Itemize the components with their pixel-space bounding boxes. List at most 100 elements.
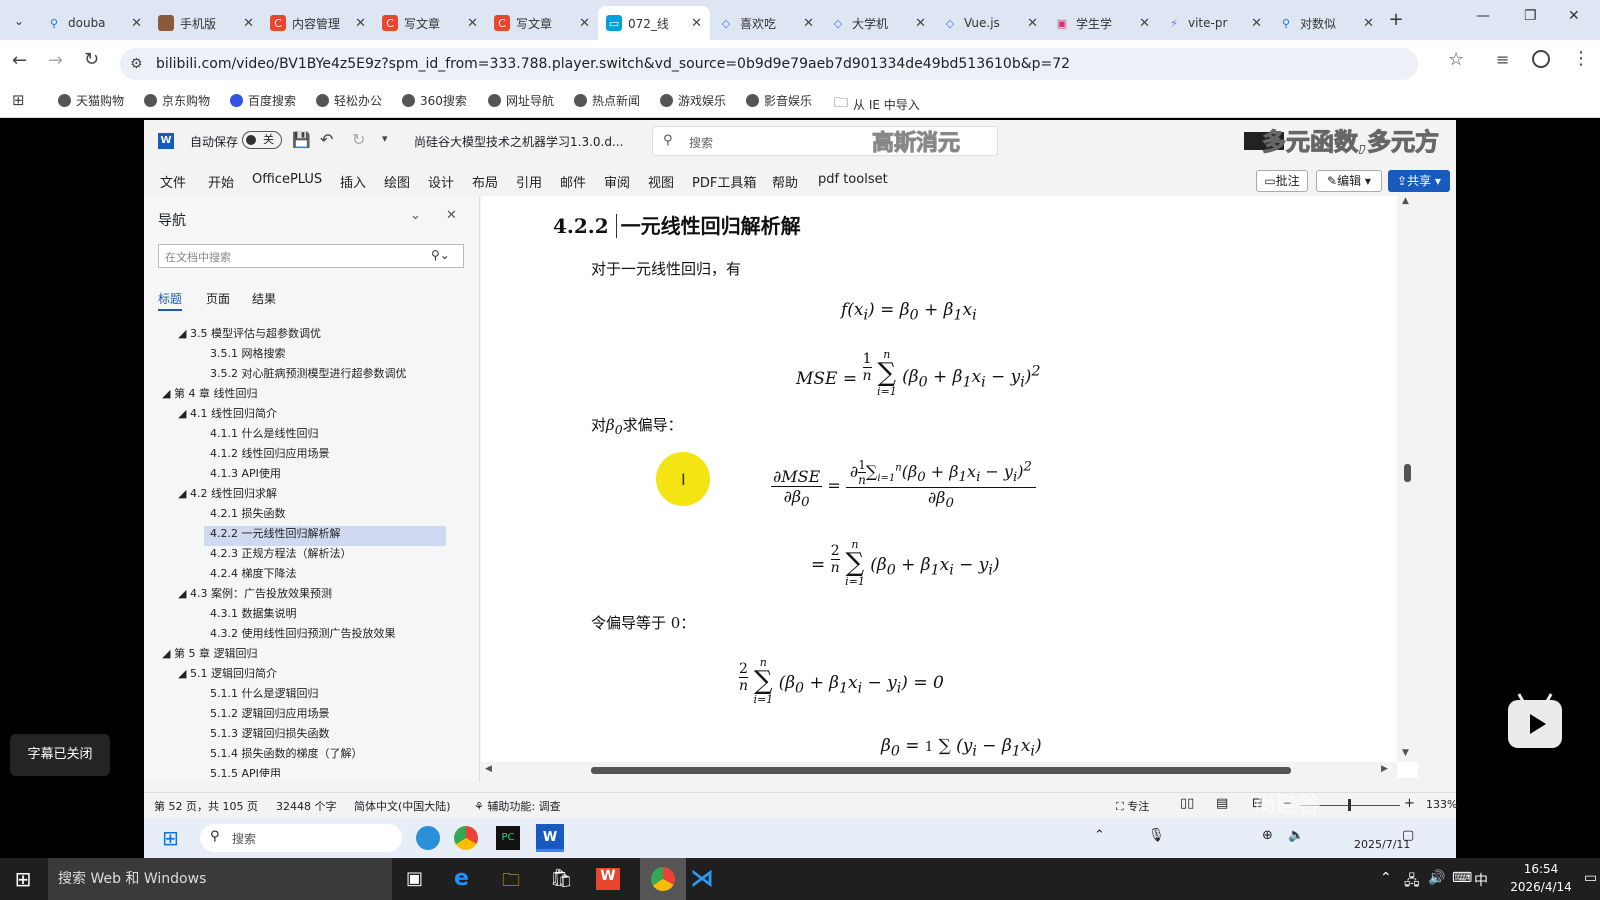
nav-item[interactable]: ◢ 4.2 线性回归求解 [178, 485, 277, 501]
bookmark-item[interactable]: 京东购物 [144, 92, 210, 109]
hscrollbar-thumb[interactable] [591, 767, 1291, 774]
windows-start-button[interactable]: ⊞ [0, 858, 46, 900]
forward-arrow-icon[interactable]: → [48, 50, 63, 71]
close-icon[interactable]: ✕ [1027, 16, 1038, 31]
chrome-taskbar-button-active[interactable] [640, 858, 686, 900]
apps-grid-icon[interactable]: ⊞ [12, 91, 25, 109]
browser-tab[interactable]: ◇ Vue.js ✕ [934, 6, 1046, 40]
scroll-right-icon[interactable]: ▶ [1381, 764, 1388, 774]
nav-item[interactable]: 4.2.1 损失函数 [210, 505, 286, 521]
focus-mode-button[interactable]: ⛶ 专注 [1116, 798, 1149, 814]
bookmark-item[interactable]: 轻松办公 [316, 92, 382, 109]
close-icon[interactable]: ✕ [355, 16, 366, 31]
menu-mailings[interactable]: 邮件 [560, 172, 586, 191]
network-icon[interactable]: 🖧 [1404, 870, 1420, 894]
close-icon[interactable]: ✕ [915, 16, 926, 31]
menu-pdf-toolset[interactable]: pdf toolset [818, 172, 888, 187]
nav-item[interactable]: 4.1.1 什么是线性回归 [210, 425, 319, 441]
nav-tab-results[interactable]: 结果 [252, 290, 276, 307]
zoom-slider-thumb[interactable] [1348, 799, 1351, 811]
more-menu-icon[interactable]: ⋮ [1572, 48, 1590, 69]
close-icon[interactable]: ✕ [691, 16, 702, 31]
menu-pdf-tools[interactable]: PDF工具箱 [692, 172, 756, 191]
nav-item[interactable]: ◢ 4.1 线性回归简介 [178, 405, 277, 421]
menu-review[interactable]: 审阅 [604, 172, 630, 191]
browser-tab[interactable]: ◇ 大学机 ✕ [822, 6, 934, 40]
comment-button[interactable]: ▭批注 [1256, 170, 1308, 192]
edge-icon[interactable]: e [454, 866, 469, 891]
vertical-scrollbar[interactable]: ▲ ▼ [1397, 196, 1418, 762]
redo-icon[interactable]: ↻ [352, 130, 365, 149]
store-icon[interactable]: 🛍 [550, 868, 573, 889]
bookmark-item[interactable]: 百度搜索 [230, 92, 296, 109]
search-icon[interactable]: ⚲⌄ [431, 248, 450, 262]
nav-item[interactable]: ◢ 第 4 章 线性回归 [162, 385, 257, 401]
profile-icon[interactable] [1532, 50, 1550, 68]
playlist-icon[interactable]: ≡ [1496, 50, 1509, 69]
menu-draw[interactable]: 绘图 [384, 172, 410, 191]
close-icon[interactable]: ✕ [1363, 16, 1374, 31]
nav-item[interactable]: ◢ 4.3 案例：广告投放效果预测 [178, 585, 332, 601]
language-status[interactable]: 简体中文(中国大陆) [354, 798, 451, 814]
scrollbar-thumb[interactable] [1404, 464, 1411, 482]
back-arrow-icon[interactable]: ← [12, 50, 27, 71]
nav-item[interactable]: 5.1.2 逻辑回归应用场景 [210, 705, 330, 721]
horizontal-scrollbar[interactable]: ◀ ▶ [481, 762, 1397, 778]
share-button[interactable]: ⇪共享 ▾ [1388, 170, 1450, 192]
bookmark-item[interactable]: 天猫购物 [58, 92, 124, 109]
browser-tab[interactable]: ▣ 学生学 ✕ [1046, 6, 1158, 40]
bookmark-item[interactable]: 360搜索 [402, 92, 467, 109]
nav-item[interactable]: 4.2.4 梯度下降法 [210, 565, 297, 581]
word-count[interactable]: 32448 个字 [276, 798, 337, 814]
nav-item[interactable]: ◢ 5.1 逻辑回归简介 [178, 665, 277, 681]
customize-toolbar-icon[interactable]: ▾ [382, 132, 388, 145]
document-title[interactable]: 尚硅谷大模型技术之机器学习1.3.0.d... [414, 133, 623, 150]
keyboard-icon[interactable]: ⌨ [1452, 870, 1472, 886]
accessibility-status[interactable]: ⚘ 辅助功能: 调查 [474, 798, 561, 814]
bookmark-item[interactable]: 影音娱乐 [746, 92, 812, 109]
nav-item[interactable]: 5.1.1 什么是逻辑回归 [210, 685, 319, 701]
chevron-down-icon[interactable]: ⌄ [410, 208, 421, 223]
undo-icon[interactable]: ↶ [320, 130, 333, 149]
bookmark-folder[interactable]: 🗀 从 IE 中导入 [834, 92, 920, 116]
browser-tab[interactable]: ⚲ douba ✕ [38, 6, 150, 40]
restore-icon[interactable]: ❐ [1524, 8, 1537, 24]
close-window-icon[interactable]: ✕ [1568, 8, 1580, 24]
menu-officeplus[interactable]: OfficePLUS [252, 172, 322, 187]
nav-item-selected[interactable]: 4.2.2 一元线性回归解析解 [210, 525, 341, 541]
wps-icon[interactable]: W [596, 868, 620, 890]
taskbar-search-box[interactable]: 搜索 Web 和 Windows [48, 858, 392, 900]
nav-item[interactable]: ◢ 第 5 章 逻辑回归 [162, 645, 257, 661]
new-tab-button[interactable]: + [1384, 8, 1408, 32]
menu-file[interactable]: 文件 [160, 172, 186, 191]
browser-tab[interactable]: C 内容管理 ✕ [262, 6, 374, 40]
browser-tab[interactable]: ⚲ 对数似 ✕ [1270, 6, 1382, 40]
nav-item[interactable]: 4.3.1 数据集说明 [210, 605, 297, 621]
url-field[interactable]: bilibili.com/video/BV1BYe4z5E9z?spm_id_f… [120, 48, 1418, 80]
autosave-toggle[interactable]: 关 [242, 131, 282, 149]
reload-icon[interactable]: ↻ [84, 49, 99, 70]
chevron-up-icon[interactable]: ⌃ [1380, 870, 1392, 886]
browser-tab[interactable]: ◇ 喜欢吃 ✕ [710, 6, 822, 40]
browser-tab-active[interactable]: ▭ 072_线 ✕ [598, 6, 710, 40]
volume-icon[interactable]: 🔊 [1428, 870, 1445, 886]
clock-date[interactable]: 2026/4/14 [1500, 880, 1582, 894]
play-button[interactable] [1508, 690, 1562, 748]
minimize-icon[interactable]: — [1476, 8, 1490, 24]
browser-tab[interactable]: 手机版 ✕ [150, 6, 262, 40]
vscode-icon[interactable]: ⋊ [690, 864, 714, 892]
bookmark-item[interactable]: 游戏娱乐 [660, 92, 726, 109]
scroll-down-icon[interactable]: ▼ [1402, 748, 1409, 758]
zoom-in-icon[interactable]: + [1404, 796, 1415, 811]
bookmark-item[interactable]: 热点新闻 [574, 92, 640, 109]
menu-references[interactable]: 引用 [516, 172, 542, 191]
nav-item[interactable]: 3.5.1 网格搜索 [210, 345, 286, 361]
nav-item[interactable]: 4.1.3 API使用 [210, 465, 281, 481]
menu-layout[interactable]: 布局 [472, 172, 498, 191]
nav-tab-pages[interactable]: 页面 [206, 290, 230, 307]
browser-tab[interactable]: C 写文章 ✕ [486, 6, 598, 40]
save-icon[interactable]: 💾 [292, 131, 311, 149]
edit-button[interactable]: ✎编辑 ▾ [1316, 170, 1382, 192]
menu-help[interactable]: 帮助 [772, 172, 798, 191]
ime-indicator[interactable]: 中 [1474, 870, 1488, 890]
